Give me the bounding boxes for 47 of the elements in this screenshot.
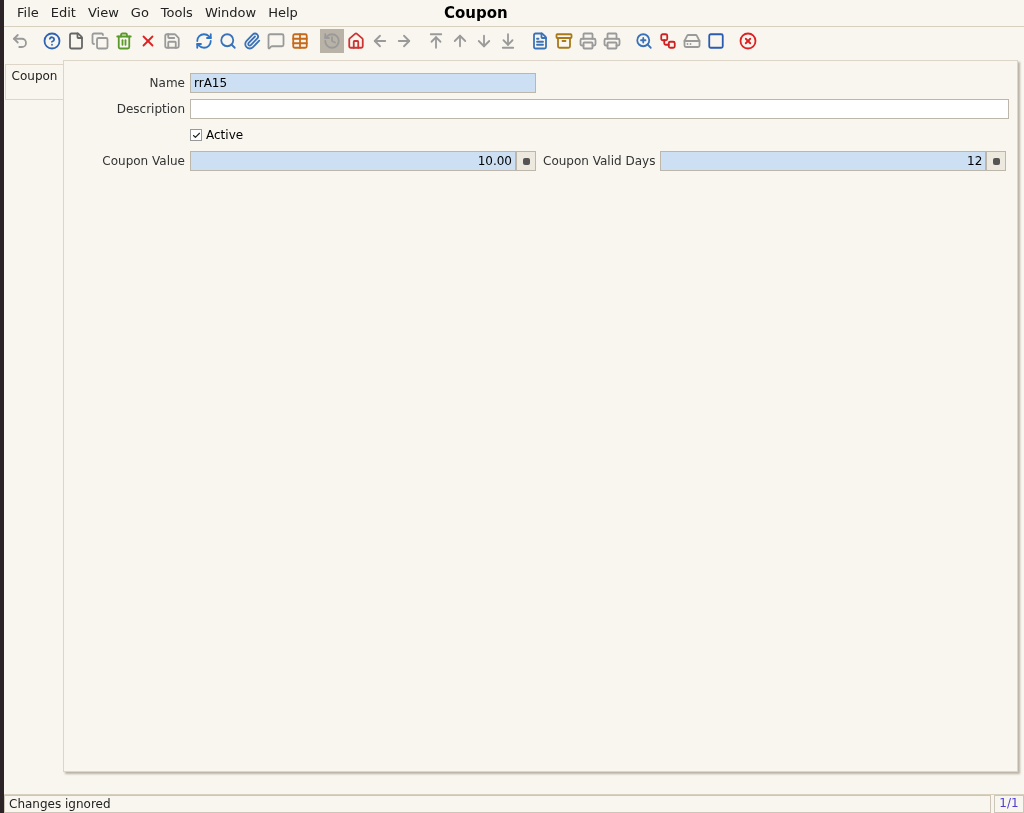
field-label: Name <box>148 76 186 90</box>
record-counter: 1/1 <box>994 795 1024 813</box>
calculator-button[interactable] <box>986 151 1007 171</box>
printer-icon <box>579 32 597 51</box>
arrow-to-top-icon <box>427 32 445 51</box>
name-field[interactable]: rrA15 <box>190 73 536 93</box>
arrow-to-bottom-icon <box>499 32 517 51</box>
valid-days-field[interactable]: 12 <box>660 151 987 171</box>
workflow-icon <box>659 32 677 51</box>
document-icon <box>531 32 549 51</box>
close-icon <box>739 32 757 51</box>
calculator-button[interactable] <box>516 151 536 171</box>
printer-icon <box>603 32 621 51</box>
home-icon <box>347 32 365 51</box>
checkbox-label: Active <box>206 128 244 142</box>
field-label: Description <box>115 102 186 116</box>
menu-item[interactable]: Help <box>262 5 304 21</box>
menu-item[interactable]: Go <box>124 5 155 21</box>
history-icon <box>323 32 341 51</box>
checkbox[interactable] <box>190 129 202 141</box>
chat-icon <box>267 32 285 51</box>
zoom-icon <box>635 32 653 51</box>
paperclip-icon <box>243 32 261 51</box>
save-icon <box>163 32 181 51</box>
tab[interactable]: Coupon <box>5 64 63 100</box>
menu-item[interactable]: Window <box>198 5 263 21</box>
coupon-value-field[interactable]: 10.00 <box>190 151 516 171</box>
description-field[interactable] <box>190 99 1009 119</box>
square-icon <box>707 32 725 51</box>
table-icon <box>291 32 309 51</box>
copy-icon <box>91 32 109 51</box>
window-title: Coupon <box>444 3 508 22</box>
search-icon <box>219 32 237 51</box>
drawer-icon <box>555 32 573 51</box>
menu-item[interactable]: File <box>11 5 45 21</box>
help-icon <box>43 32 61 51</box>
field-label: Coupon Value <box>101 154 186 168</box>
status-message: Changes ignored <box>4 795 991 813</box>
page-icon <box>67 32 85 51</box>
drive-icon <box>683 32 701 51</box>
field-label: Coupon Valid Days <box>542 154 657 168</box>
trash-icon <box>115 32 133 51</box>
refresh-icon <box>195 32 213 51</box>
undo-icon <box>11 32 29 51</box>
menu-item[interactable]: Tools <box>154 5 199 21</box>
menu-item[interactable]: Edit <box>44 5 82 21</box>
menu-item[interactable]: View <box>81 5 125 21</box>
